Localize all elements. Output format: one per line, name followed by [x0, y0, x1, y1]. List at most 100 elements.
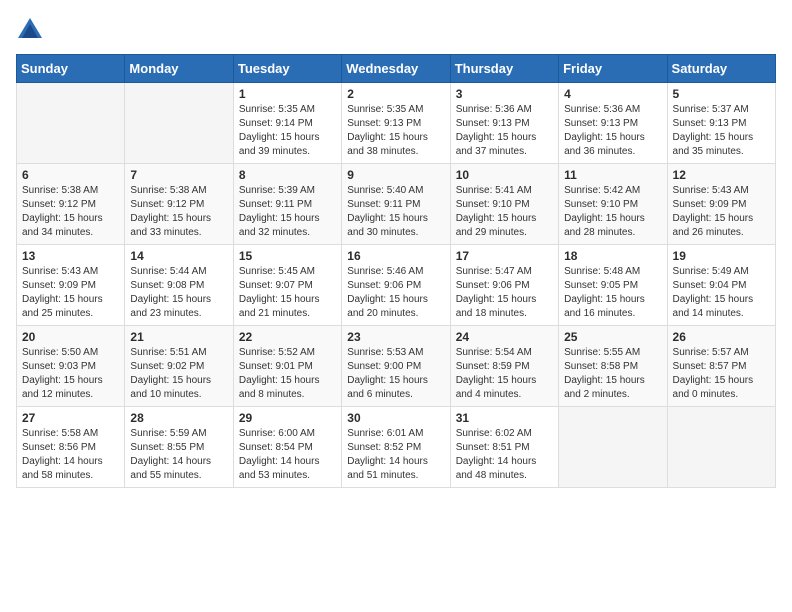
logo-icon — [16, 16, 44, 44]
calendar-cell: 30Sunrise: 6:01 AM Sunset: 8:52 PM Dayli… — [342, 407, 450, 488]
day-number: 1 — [239, 87, 336, 101]
calendar-week-row: 20 Sunrise: 5:50 AM Sunset: 9:03 PM Dayli… — [17, 326, 776, 407]
calendar-cell: 16 Sunrise: 5:46 AM Sunset: 9:06 PM Dayli… — [342, 245, 450, 326]
day-content: Sunrise: 5:42 AM Sunset: 9:10 PM Dayligh… — [564, 184, 661, 240]
calendar-week-row: 27 Sunrise: 5:58 AM Sunset: 8:56 PM Dayli… — [17, 407, 776, 488]
day-number: 2 — [347, 87, 444, 101]
day-content: Sunrise: 5:50 AM Sunset: 9:03 PM Dayligh… — [22, 346, 119, 402]
calendar-day-header: Monday — [125, 55, 233, 83]
day-content: Sunrise: 6:02 AM Sunset: 8:51 PM Dayligh… — [456, 427, 553, 483]
day-number: 25 — [564, 330, 661, 344]
calendar-cell: 17 Sunrise: 5:47 AM Sunset: 9:06 PM Dayli… — [450, 245, 558, 326]
calendar-cell: 14 Sunrise: 5:44 AM Sunset: 9:08 PM Dayli… — [125, 245, 233, 326]
calendar-day-header: Thursday — [450, 55, 558, 83]
day-number: 15 — [239, 249, 336, 263]
day-content: Sunrise: 5:49 AM Sunset: 9:04 PM Dayligh… — [673, 265, 770, 321]
day-content: Sunrise: 5:38 AM Sunset: 9:12 PM Dayligh… — [130, 184, 227, 240]
day-content: Sunrise: 5:46 AM Sunset: 9:06 PM Dayligh… — [347, 265, 444, 321]
calendar-week-row: 1 Sunrise: 5:35 AM Sunset: 9:14 PM Daylig… — [17, 83, 776, 164]
day-content: Sunrise: 5:52 AM Sunset: 9:01 PM Dayligh… — [239, 346, 336, 402]
day-content: Sunrise: 5:43 AM Sunset: 9:09 PM Dayligh… — [673, 184, 770, 240]
day-number: 18 — [564, 249, 661, 263]
calendar-cell: 4 Sunrise: 5:36 AM Sunset: 9:13 PM Daylig… — [559, 83, 667, 164]
day-number: 10 — [456, 168, 553, 182]
calendar-cell: 28Sunrise: 5:59 AM Sunset: 8:55 PM Dayli… — [125, 407, 233, 488]
calendar-cell: 8 Sunrise: 5:39 AM Sunset: 9:11 PM Daylig… — [233, 164, 341, 245]
day-content: Sunrise: 5:48 AM Sunset: 9:05 PM Dayligh… — [564, 265, 661, 321]
day-number: 7 — [130, 168, 227, 182]
day-content: Sunrise: 5:36 AM Sunset: 9:13 PM Dayligh… — [456, 103, 553, 159]
day-number: 24 — [456, 330, 553, 344]
calendar-cell: 23 Sunrise: 5:53 AM Sunset: 9:00 PM Dayli… — [342, 326, 450, 407]
day-content: Sunrise: 5:51 AM Sunset: 9:02 PM Dayligh… — [130, 346, 227, 402]
calendar-day-header: Saturday — [667, 55, 775, 83]
calendar-cell — [559, 407, 667, 488]
day-content: Sunrise: 6:00 AM Sunset: 8:54 PM Dayligh… — [239, 427, 336, 483]
day-number: 20 — [22, 330, 119, 344]
day-content: Sunrise: 5:53 AM Sunset: 9:00 PM Dayligh… — [347, 346, 444, 402]
day-number: 16 — [347, 249, 444, 263]
calendar-cell: 2 Sunrise: 5:35 AM Sunset: 9:13 PM Daylig… — [342, 83, 450, 164]
day-number: 3 — [456, 87, 553, 101]
calendar-cell: 27 Sunrise: 5:58 AM Sunset: 8:56 PM Dayli… — [17, 407, 125, 488]
calendar-cell: 31 Sunrise: 6:02 AM Sunset: 8:51 PM Dayli… — [450, 407, 558, 488]
day-content: Sunrise: 5:44 AM Sunset: 9:08 PM Dayligh… — [130, 265, 227, 321]
day-number: 21 — [130, 330, 227, 344]
day-number: 26 — [673, 330, 770, 344]
calendar-header-row: SundayMondayTuesdayWednesdayThursdayFrid… — [17, 55, 776, 83]
logo — [16, 16, 48, 44]
day-content: Sunrise: 5:45 AM Sunset: 9:07 PM Dayligh… — [239, 265, 336, 321]
day-content: Sunrise: 5:38 AM Sunset: 9:12 PM Dayligh… — [22, 184, 119, 240]
day-number: 27 — [22, 411, 119, 425]
calendar-cell: 26Sunrise: 5:57 AM Sunset: 8:57 PM Dayli… — [667, 326, 775, 407]
calendar-week-row: 6 Sunrise: 5:38 AM Sunset: 9:12 PM Daylig… — [17, 164, 776, 245]
day-number: 14 — [130, 249, 227, 263]
day-content: Sunrise: 5:35 AM Sunset: 9:13 PM Dayligh… — [347, 103, 444, 159]
calendar-cell: 5 Sunrise: 5:37 AM Sunset: 9:13 PM Daylig… — [667, 83, 775, 164]
calendar-cell — [667, 407, 775, 488]
day-number: 12 — [673, 168, 770, 182]
day-content: Sunrise: 5:35 AM Sunset: 9:14 PM Dayligh… — [239, 103, 336, 159]
calendar-cell: 10Sunrise: 5:41 AM Sunset: 9:10 PM Dayli… — [450, 164, 558, 245]
calendar-cell: 22 Sunrise: 5:52 AM Sunset: 9:01 PM Dayli… — [233, 326, 341, 407]
calendar-day-header: Tuesday — [233, 55, 341, 83]
day-number: 6 — [22, 168, 119, 182]
day-content: Sunrise: 5:39 AM Sunset: 9:11 PM Dayligh… — [239, 184, 336, 240]
calendar-cell: 1 Sunrise: 5:35 AM Sunset: 9:14 PM Daylig… — [233, 83, 341, 164]
day-content: Sunrise: 5:36 AM Sunset: 9:13 PM Dayligh… — [564, 103, 661, 159]
day-content: Sunrise: 5:43 AM Sunset: 9:09 PM Dayligh… — [22, 265, 119, 321]
day-number: 19 — [673, 249, 770, 263]
calendar-cell: 6 Sunrise: 5:38 AM Sunset: 9:12 PM Daylig… — [17, 164, 125, 245]
day-number: 29 — [239, 411, 336, 425]
day-number: 22 — [239, 330, 336, 344]
day-content: Sunrise: 6:01 AM Sunset: 8:52 PM Dayligh… — [347, 427, 444, 483]
day-number: 28 — [130, 411, 227, 425]
calendar-day-header: Wednesday — [342, 55, 450, 83]
day-number: 9 — [347, 168, 444, 182]
day-number: 13 — [22, 249, 119, 263]
day-number: 8 — [239, 168, 336, 182]
day-number: 23 — [347, 330, 444, 344]
calendar-cell: 7 Sunrise: 5:38 AM Sunset: 9:12 PM Daylig… — [125, 164, 233, 245]
day-number: 31 — [456, 411, 553, 425]
calendar-cell: 15 Sunrise: 5:45 AM Sunset: 9:07 PM Dayli… — [233, 245, 341, 326]
day-number: 11 — [564, 168, 661, 182]
day-content: Sunrise: 5:40 AM Sunset: 9:11 PM Dayligh… — [347, 184, 444, 240]
calendar-cell: 3 Sunrise: 5:36 AM Sunset: 9:13 PM Daylig… — [450, 83, 558, 164]
calendar-cell: 9 Sunrise: 5:40 AM Sunset: 9:11 PM Daylig… — [342, 164, 450, 245]
calendar-cell: 13 Sunrise: 5:43 AM Sunset: 9:09 PM Dayli… — [17, 245, 125, 326]
calendar-cell — [17, 83, 125, 164]
day-number: 17 — [456, 249, 553, 263]
calendar-cell: 25Sunrise: 5:55 AM Sunset: 8:58 PM Dayli… — [559, 326, 667, 407]
day-content: Sunrise: 5:37 AM Sunset: 9:13 PM Dayligh… — [673, 103, 770, 159]
calendar-day-header: Sunday — [17, 55, 125, 83]
page-header — [16, 16, 776, 44]
calendar-day-header: Friday — [559, 55, 667, 83]
calendar-cell: 12 Sunrise: 5:43 AM Sunset: 9:09 PM Dayli… — [667, 164, 775, 245]
day-content: Sunrise: 5:47 AM Sunset: 9:06 PM Dayligh… — [456, 265, 553, 321]
day-number: 5 — [673, 87, 770, 101]
calendar-cell: 24Sunrise: 5:54 AM Sunset: 8:59 PM Dayli… — [450, 326, 558, 407]
day-content: Sunrise: 5:58 AM Sunset: 8:56 PM Dayligh… — [22, 427, 119, 483]
calendar-cell — [125, 83, 233, 164]
day-number: 4 — [564, 87, 661, 101]
